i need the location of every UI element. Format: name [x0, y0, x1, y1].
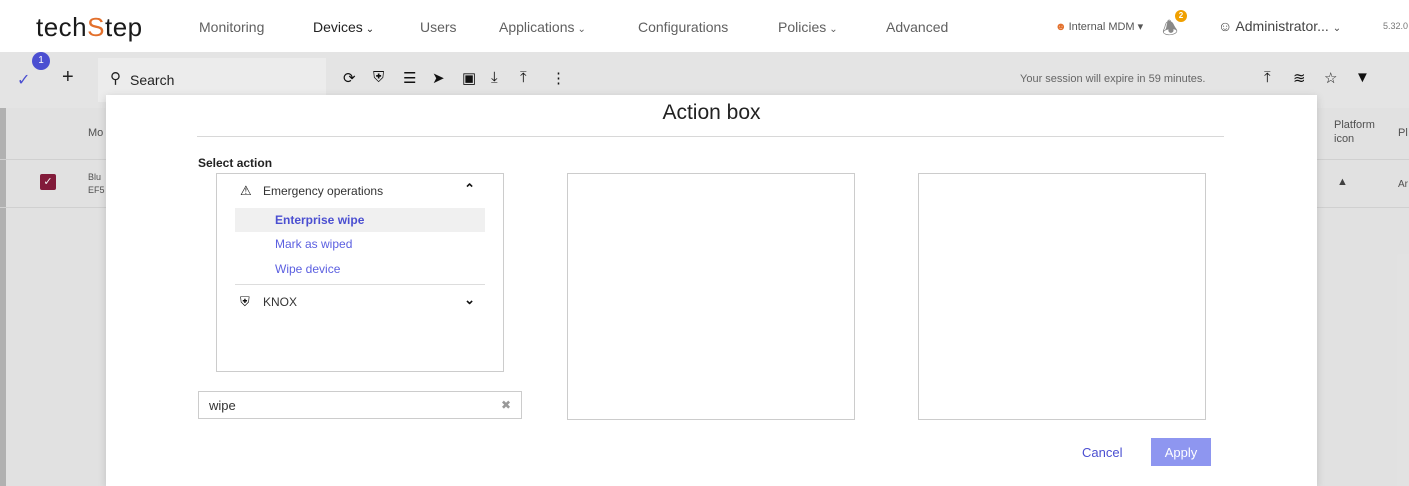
techstep-logo[interactable]: techStep	[36, 12, 143, 43]
selected-count-badge: 1	[32, 52, 50, 70]
chevron-down-icon: ⌄	[829, 24, 838, 35]
nav-advanced[interactable]: Advanced	[886, 19, 948, 35]
nav-monitoring[interactable]: Monitoring	[199, 19, 264, 35]
filter-settings-icon[interactable]: ≋	[1293, 69, 1306, 87]
group-knox[interactable]: ⛨ KNOX ⌄	[235, 288, 485, 316]
chart-icon[interactable]: ☰	[403, 69, 416, 87]
divider	[197, 136, 1224, 137]
top-navigation: techStep Monitoring Devices ⌄ Users Appli…	[0, 0, 1409, 52]
action-options-panel	[918, 173, 1206, 420]
nav-users[interactable]: Users	[420, 19, 457, 35]
notification-badge: 2	[1175, 10, 1187, 22]
modal-title: Action box	[662, 101, 761, 124]
nav-configurations[interactable]: Configurations	[638, 19, 728, 35]
action-wipe-device[interactable]: Wipe device	[235, 257, 485, 281]
trash-icon[interactable]: ▣	[462, 69, 476, 87]
chevron-down-icon: ⌄	[365, 24, 375, 35]
cancel-button[interactable]: Cancel	[1082, 445, 1122, 460]
upload-icon[interactable]: ⤒	[520, 69, 527, 86]
filter-icon[interactable]: ▼	[1355, 69, 1370, 86]
clear-icon[interactable]: ✖	[501, 398, 511, 412]
search-icon: ⚲	[110, 70, 121, 87]
shield-icon[interactable]: ⛨	[373, 69, 384, 86]
action-mark-as-wiped[interactable]: Mark as wiped	[235, 232, 485, 256]
download-icon[interactable]: ⤓	[491, 69, 498, 86]
chevron-down-icon[interactable]: ⌄	[464, 292, 475, 308]
version-label: 5.32.0	[1383, 21, 1409, 31]
refresh-icon[interactable]: ⟳	[343, 69, 356, 87]
group-divider	[235, 284, 485, 285]
action-filter-field[interactable]: ✖	[198, 391, 522, 419]
action-box-modal: Action box Select action ⚠ Emergency ope…	[106, 95, 1317, 486]
users-icon: ☻	[1055, 21, 1067, 33]
nav-applications[interactable]: Applications ⌄	[499, 19, 586, 35]
star-icon[interactable]: ☆	[1324, 69, 1337, 87]
action-details-panel	[567, 173, 855, 420]
user-menu[interactable]: ☺ Administrator... ⌄	[1218, 18, 1341, 34]
action-filter-input[interactable]	[209, 398, 489, 413]
tenant-selector[interactable]: ☻ Internal MDM ▾	[1055, 20, 1143, 33]
select-check-icon[interactable]: ✓	[17, 70, 30, 90]
group-emergency-operations[interactable]: ⚠ Emergency operations ⌃	[235, 177, 485, 205]
search-label[interactable]: Search	[130, 72, 174, 88]
shield-icon: ⛨	[240, 294, 250, 309]
export-icon[interactable]: ⤒	[1264, 69, 1271, 86]
more-icon[interactable]: ⋮	[551, 69, 566, 87]
nav-policies[interactable]: Policies ⌄	[778, 19, 838, 35]
action-enterprise-wipe[interactable]: Enterprise wipe	[235, 208, 485, 232]
chevron-down-icon: ⌄	[577, 24, 586, 35]
warning-icon: ⚠	[240, 183, 252, 198]
apply-button[interactable]: Apply	[1151, 438, 1211, 466]
bell-icon[interactable]: 🕭	[1162, 16, 1178, 46]
rocket-icon[interactable]: ➤	[432, 69, 445, 87]
user-icon: ☺	[1218, 18, 1233, 34]
add-icon[interactable]: +	[62, 66, 74, 89]
select-action-label: Select action	[198, 156, 273, 170]
chevron-up-icon[interactable]: ⌃	[464, 181, 475, 197]
nav-devices[interactable]: Devices ⌄	[313, 19, 374, 35]
session-expiry-text: Your session will expire in 59 minutes.	[1020, 73, 1206, 85]
